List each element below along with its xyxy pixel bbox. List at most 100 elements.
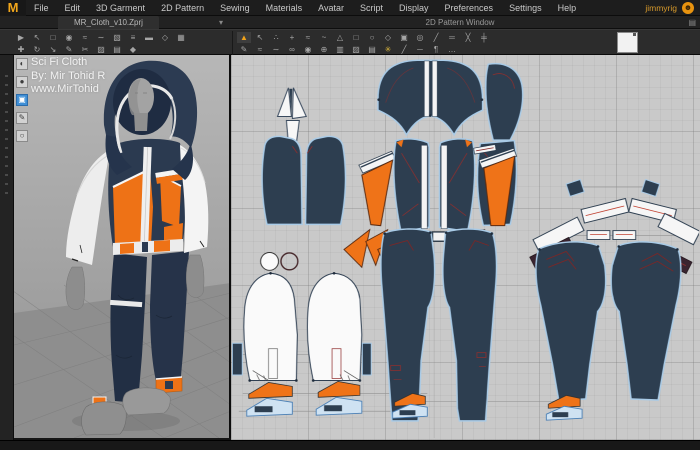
light-icon[interactable]: ○: [16, 130, 28, 142]
edit-point-icon[interactable]: ∴: [269, 32, 283, 43]
toolbar-3d-row1: ▶↖□◉≈∼▧≡▬◇▦: [14, 32, 228, 43]
viewport-side-icons: ◐ ● ▣ ✎ ○: [16, 58, 28, 142]
flatten-icon[interactable]: ◇: [158, 32, 172, 43]
measure-icon[interactable]: ╱: [397, 44, 411, 55]
menubar-right: jimmyrig ☻: [645, 2, 700, 14]
toolbar-separator: [232, 31, 233, 55]
pattern-side-panel-right[interactable]: [474, 141, 517, 225]
select-move-icon[interactable]: ↖: [30, 32, 44, 43]
user-avatar-icon[interactable]: ☻: [682, 2, 694, 14]
app-logo[interactable]: M: [0, 0, 26, 16]
menu-preferences[interactable]: Preferences: [437, 0, 502, 16]
pin-2d-icon[interactable]: ◉: [301, 44, 315, 55]
menu-materials[interactable]: Materials: [258, 0, 311, 16]
menu-sewing[interactable]: Sewing: [212, 0, 258, 16]
segment-sew-icon[interactable]: ≈: [253, 44, 267, 55]
menu-avatar[interactable]: Avatar: [310, 0, 352, 16]
color-swatch-white[interactable]: [617, 32, 638, 53]
menu-3d-garment[interactable]: 3D Garment: [88, 0, 153, 16]
gizmo-scale-icon[interactable]: ↘: [46, 44, 60, 55]
pattern-sleeves[interactable]: [233, 252, 371, 380]
tack-icon[interactable]: ⊕: [317, 44, 331, 55]
scissors-icon[interactable]: ✂: [78, 44, 92, 55]
symmetric-paste-icon[interactable]: ▥: [333, 44, 347, 55]
tab-row: MR_Cloth_v10.Zprj ▾ 2D Pattern Window ▤: [0, 16, 700, 29]
select-box-icon[interactable]: □: [46, 32, 60, 43]
menu-items: FileEdit3D Garment2D PatternSewingMateri…: [26, 0, 584, 16]
edit-sewing-icon[interactable]: ✎: [237, 44, 251, 55]
notch-icon[interactable]: ╪: [477, 32, 491, 43]
main-area: ◐ ● ▣ ✎ ○ Sci Fi Cloth By: Mir Tohid R www.M…: [0, 55, 700, 440]
file-tab[interactable]: MR_Cloth_v10.Zprj: [58, 16, 159, 29]
snapshot-icon[interactable]: ◐: [16, 58, 28, 70]
menu-file[interactable]: File: [26, 0, 57, 16]
pattern-side-panel-left[interactable]: [359, 151, 396, 225]
annotate-icon[interactable]: ¶: [429, 44, 443, 55]
pattern-back-panels[interactable]: [263, 137, 345, 224]
polygon-icon[interactable]: △: [333, 32, 347, 43]
gizmo-rotate-icon[interactable]: ↻: [30, 44, 44, 55]
wind-icon[interactable]: ≡: [126, 32, 140, 43]
free-sewing-icon[interactable]: ∼: [94, 32, 108, 43]
internal-line-icon[interactable]: ╱: [429, 32, 443, 43]
edit-pattern-icon[interactable]: ↖: [253, 32, 267, 43]
toolbar-3d-row2: ✚↻↘✎✂▨▤◆: [14, 44, 228, 55]
dart-icon[interactable]: ◇: [381, 32, 395, 43]
steam-icon[interactable]: ◆: [126, 44, 140, 55]
gizmo-move-icon[interactable]: ✚: [14, 44, 28, 55]
grade-icon[interactable]: ▤: [365, 44, 379, 55]
toolbar-area: ▶↖□◉≈∼▧≡▬◇▦ ✚↻↘✎✂▨▤◆ ▲↖∴+≈~△□○◇▣◎╱═╳╪ ✎≈…: [0, 29, 700, 55]
internal-circle-icon[interactable]: ◎: [413, 32, 427, 43]
menu-script[interactable]: Script: [352, 0, 391, 16]
texture-edit-icon[interactable]: ▨: [349, 44, 363, 55]
pattern-pants-front[interactable]: [382, 230, 496, 420]
watermark-line2: By: Mir Tohid R: [31, 70, 105, 84]
menu-2d-pattern[interactable]: 2D Pattern: [153, 0, 212, 16]
collapsed-panel-texture: [5, 75, 8, 195]
rectangle-icon[interactable]: □: [349, 32, 363, 43]
watermark-line3: www.MirTohid: [31, 83, 105, 97]
seam-cut-icon[interactable]: ╳: [461, 32, 475, 43]
grid-snap-icon[interactable]: ▦: [174, 32, 188, 43]
internal-rectangle-icon[interactable]: ▣: [397, 32, 411, 43]
menu-settings[interactable]: Settings: [501, 0, 550, 16]
pattern-hood-side[interactable]: [486, 64, 522, 139]
add-point-icon[interactable]: +: [285, 32, 299, 43]
record-icon[interactable]: ●: [16, 76, 28, 88]
circle-icon[interactable]: ○: [365, 32, 379, 43]
pen-3d-icon[interactable]: ✎: [62, 44, 76, 55]
viewport-3d[interactable]: ◐ ● ▣ ✎ ○ Sci Fi Cloth By: Mir Tohid R www.M…: [14, 55, 231, 438]
show-sewing-icon[interactable]: ✳: [381, 44, 395, 55]
arrangement-icon[interactable]: ▤: [110, 44, 124, 55]
username-label[interactable]: jimmyrig: [645, 3, 677, 13]
paint-icon[interactable]: ✎: [16, 112, 28, 124]
segment-sewing-icon[interactable]: ≈: [78, 32, 92, 43]
transform-pattern-icon[interactable]: ▲: [237, 32, 251, 43]
free-sew-icon[interactable]: ∼: [269, 44, 283, 55]
pane-2d-title: 2D Pattern Window: [232, 16, 688, 29]
pane-menu-icon[interactable]: ▾: [219, 17, 223, 28]
edit-curve-icon[interactable]: ≈: [301, 32, 315, 43]
curve-point-icon[interactable]: ~: [317, 32, 331, 43]
comment-icon[interactable]: …: [445, 44, 459, 55]
simulate-icon[interactable]: ▶: [14, 32, 28, 43]
collapsed-panel-strip[interactable]: [0, 55, 14, 440]
menu-display[interactable]: Display: [391, 0, 437, 16]
pattern-pants-back-group[interactable]: [530, 180, 699, 420]
menu-edit[interactable]: Edit: [57, 0, 89, 16]
avatar-tape-icon[interactable]: ▬: [142, 32, 156, 43]
tape-measure-icon[interactable]: ─: [413, 44, 427, 55]
menu-help[interactable]: Help: [550, 0, 585, 16]
viewport-mode-icon[interactable]: ▣: [16, 94, 28, 106]
watermark-line1: Sci Fi Cloth: [31, 56, 105, 70]
pattern-hood-gussets[interactable]: [277, 88, 306, 144]
pattern-2d-window[interactable]: [231, 55, 700, 440]
mn-sew-icon[interactable]: ∞: [285, 44, 299, 55]
pane-corner-icon[interactable]: ▤: [688, 17, 696, 28]
trace-icon[interactable]: ═: [445, 32, 459, 43]
texture-3d-icon[interactable]: ▨: [94, 44, 108, 55]
pin-icon[interactable]: ◉: [62, 32, 76, 43]
pattern-hood-main[interactable]: [379, 61, 482, 133]
status-bar: [0, 440, 700, 450]
fold-arrangement-icon[interactable]: ▧: [110, 32, 124, 43]
